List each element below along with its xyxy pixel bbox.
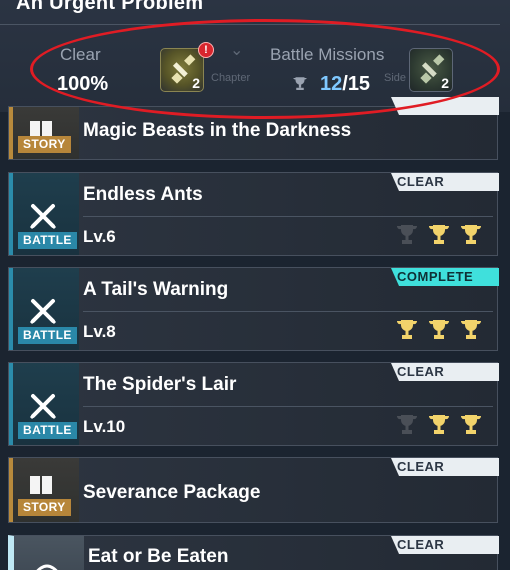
clear-label: Clear bbox=[60, 45, 101, 64]
faint-chapter-text: Chapter bbox=[211, 72, 251, 84]
mission-level: Lv.10 bbox=[83, 417, 126, 436]
trophy-gold-icon bbox=[428, 415, 450, 434]
type-badge-story: STORY bbox=[18, 499, 71, 516]
battle-missions-label: Battle Missions bbox=[270, 45, 385, 64]
trophy-empty-icon bbox=[396, 415, 418, 434]
chevron-down-icon: ⌄ bbox=[230, 42, 244, 59]
mission-title: Eat or Be Eaten bbox=[88, 546, 229, 567]
mission-type-icon bbox=[36, 564, 58, 570]
mission-card-battle[interactable]: BATTLE A Tail's Warning Lv.8 COMPLETE bbox=[8, 267, 499, 351]
faint-side-text: Side bbox=[384, 72, 407, 84]
mission-title: Endless Ants bbox=[83, 184, 203, 205]
crossed-swords-icon bbox=[29, 204, 57, 230]
clear-reward-item[interactable]: 2 bbox=[160, 48, 204, 92]
battle-missions-total: 15 bbox=[347, 73, 371, 95]
card-divider bbox=[83, 216, 493, 217]
mission-card-story[interactable]: STORY Magic Beasts in the Darkness bbox=[8, 97, 499, 160]
type-badge-story: STORY bbox=[18, 136, 71, 153]
battle-missions-progress: 12/15 bbox=[320, 73, 370, 96]
battle-missions-done: 12 bbox=[320, 73, 343, 95]
mission-level: Lv.8 bbox=[83, 322, 116, 341]
mission-title: Magic Beasts in the Darkness bbox=[83, 120, 352, 141]
type-badge-battle: BATTLE bbox=[18, 327, 77, 344]
mission-card-selected[interactable]: Eat or Be Eaten CLEAR bbox=[8, 535, 499, 570]
status-tag-hidden bbox=[391, 97, 499, 115]
trophy-gold-icon bbox=[460, 320, 482, 339]
status-tag-clear: CLEAR bbox=[391, 363, 499, 381]
card-divider bbox=[83, 311, 493, 312]
status-tag-clear: CLEAR bbox=[391, 536, 499, 554]
clear-reward-count: 2 bbox=[192, 75, 200, 91]
mission-card-battle[interactable]: BATTLE The Spider's Lair Lv.10 CLEAR bbox=[8, 362, 499, 446]
trophy-row bbox=[395, 414, 483, 436]
type-badge-battle: BATTLE bbox=[18, 422, 77, 439]
book-icon bbox=[30, 476, 52, 494]
battle-reward-count: 2 bbox=[441, 75, 449, 91]
trophy-gold-icon bbox=[460, 225, 482, 244]
trophy-gold-icon bbox=[428, 320, 450, 339]
chapter-title: An Urgent Problem bbox=[16, 0, 204, 14]
type-badge-battle: BATTLE bbox=[18, 232, 77, 249]
battle-reward-item[interactable]: 2 bbox=[409, 48, 453, 92]
status-tag-clear: CLEAR bbox=[391, 458, 499, 476]
trophy-gold-icon bbox=[428, 225, 450, 244]
mission-title: Severance Package bbox=[83, 482, 261, 503]
mission-title: A Tail's Warning bbox=[83, 279, 229, 300]
mission-level: Lv.6 bbox=[83, 227, 116, 246]
trophy-row bbox=[395, 319, 483, 341]
clear-value: 100% bbox=[57, 73, 109, 95]
trophy-row bbox=[395, 224, 483, 246]
crossed-swords-icon bbox=[29, 299, 57, 325]
crossed-swords-icon bbox=[29, 394, 57, 420]
trophy-icon bbox=[293, 77, 307, 90]
trophy-gold-icon bbox=[396, 320, 418, 339]
trophy-empty-icon bbox=[396, 225, 418, 244]
alert-badge: ! bbox=[198, 42, 214, 58]
title-divider bbox=[0, 24, 500, 25]
status-tag-clear: CLEAR bbox=[391, 173, 499, 191]
mission-title: The Spider's Lair bbox=[83, 374, 237, 395]
status-tag-complete: COMPLETE bbox=[391, 268, 499, 286]
mission-card-battle[interactable]: BATTLE Endless Ants Lv.6 CLEAR bbox=[8, 172, 499, 256]
card-divider bbox=[83, 406, 493, 407]
mission-card-story[interactable]: STORY Severance Package CLEAR bbox=[8, 457, 499, 523]
trophy-gold-icon bbox=[460, 415, 482, 434]
chapter-header: An Urgent Problem Clear 100% 2 ! Chapter… bbox=[0, 0, 510, 112]
